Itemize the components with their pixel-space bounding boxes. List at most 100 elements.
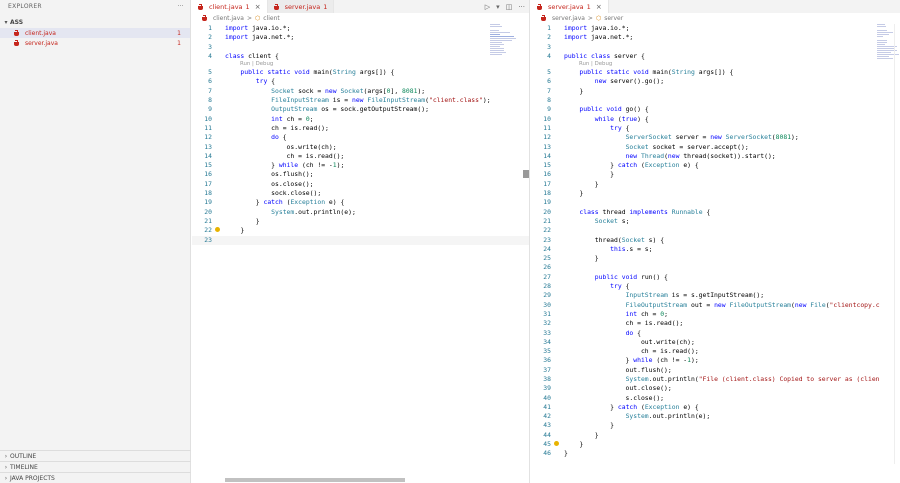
code-text[interactable]: } [564, 449, 568, 458]
code-text[interactable]: Socket socket = server.accept(); [564, 143, 749, 152]
code-line[interactable]: 6 try { [192, 77, 529, 86]
code-line[interactable]: 4 public class server { [531, 52, 900, 61]
code-line[interactable]: 12 do { [192, 133, 529, 142]
timeline-section[interactable]: › TIMELINE [0, 461, 191, 472]
code-text[interactable]: } [564, 431, 599, 440]
minimap[interactable] [490, 24, 520, 64]
code-line[interactable]: 29 InputStream is = s.getInputStream(); [531, 291, 900, 300]
code-line[interactable]: 12 ServerSocket server = new ServerSocke… [531, 133, 900, 142]
code-line[interactable]: 8 FileInputStream is = new FileInputStre… [192, 96, 529, 105]
code-line[interactable]: 13 Socket socket = server.accept(); [531, 143, 900, 152]
java-projects-section[interactable]: › JAVA PROJECTS [0, 472, 191, 483]
code-text[interactable]: Socket s; [564, 217, 630, 226]
code-text[interactable]: } while (ch != -1); [564, 356, 699, 365]
code-line[interactable]: 6 new server().go(); [531, 77, 900, 86]
close-icon[interactable]: × [255, 3, 261, 11]
file-item-client[interactable]: client.java 1 [0, 28, 190, 38]
breadcrumb-symbol[interactable]: server [604, 15, 623, 22]
code-text[interactable]: ServerSocket server = new ServerSocket(8… [564, 133, 799, 142]
breadcrumb-file[interactable]: server.java [552, 15, 585, 22]
code-text[interactable]: do { [225, 133, 286, 142]
code-line[interactable]: 2 import java.net.*; [531, 33, 900, 42]
code-line[interactable]: 14 new Thread(new thread(socket)).start(… [531, 152, 900, 161]
code-text[interactable]: ch = is.read(); [225, 152, 345, 161]
code-text[interactable]: os.close(); [225, 180, 313, 189]
code-text[interactable]: ch = is.read(); [564, 319, 684, 328]
code-line[interactable]: 18 } [531, 189, 900, 198]
code-text[interactable]: public static void main(String args[]) { [225, 68, 394, 77]
code-line[interactable]: 10 int ch = 0; [192, 115, 529, 124]
code-line[interactable]: 24 this.s = s; [531, 245, 900, 254]
code-line[interactable]: 33 do { [531, 329, 900, 338]
horizontal-scrollbar[interactable] [225, 478, 405, 482]
file-item-server[interactable]: server.java 1 [0, 38, 190, 48]
code-text[interactable]: do { [564, 329, 641, 338]
code-text[interactable]: System.out.println(e); [225, 208, 356, 217]
code-text[interactable]: out.flush(); [564, 366, 672, 375]
code-text[interactable]: ch = is.read(); [225, 124, 329, 133]
code-text[interactable]: } [564, 254, 599, 263]
code-line[interactable]: 15 } while (ch != -1); [192, 161, 529, 170]
code-line[interactable]: 1 import java.io.*; [192, 24, 529, 33]
code-text[interactable]: Socket sock = new Socket(args[0], 8081); [225, 87, 425, 96]
tab-client-java[interactable]: client.java 1 × [192, 0, 268, 13]
code-line[interactable]: 5 public static void main(String args[])… [192, 68, 529, 77]
code-line[interactable]: 11 ch = is.read(); [192, 124, 529, 133]
code-text[interactable]: class thread implements Runnable { [564, 208, 710, 217]
code-line[interactable]: 37 out.flush(); [531, 366, 900, 375]
code-line[interactable]: 42 System.out.println(e); [531, 412, 900, 421]
code-line[interactable]: 40 s.close(); [531, 394, 900, 403]
code-line[interactable]: 43 } [531, 421, 900, 430]
code-line[interactable]: 35 ch = is.read(); [531, 347, 900, 356]
codelens-label[interactable]: Run | Debug [579, 61, 612, 68]
code-line[interactable]: 20 System.out.println(e); [192, 208, 529, 217]
code-line[interactable]: 13 os.write(ch); [192, 143, 529, 152]
code-line[interactable]: 3 [192, 43, 529, 52]
run-debug-codelens[interactable]: Run | Debug [192, 61, 529, 68]
code-text[interactable]: int ch = 0; [564, 310, 668, 319]
close-icon[interactable]: × [596, 3, 602, 11]
code-line[interactable]: 38 System.out.println("File (client.clas… [531, 375, 900, 384]
code-line[interactable]: 31 int ch = 0; [531, 310, 900, 319]
code-text[interactable]: os.flush(); [225, 170, 313, 179]
code-line[interactable]: 19 } catch (Exception e) { [192, 198, 529, 207]
code-text[interactable]: try { [564, 124, 629, 133]
code-text[interactable]: out.write(ch); [564, 338, 695, 347]
code-text[interactable]: this.s = s; [564, 245, 652, 254]
code-line[interactable]: 28 try { [531, 282, 900, 291]
lightbulb-icon[interactable] [554, 441, 559, 447]
code-line[interactable]: 26 [531, 263, 900, 272]
code-editor-server[interactable]: 1 import java.io.*; 2 import java.net.*; 3 4 p… [531, 24, 900, 459]
code-line[interactable]: 9 public void go() { [531, 105, 900, 114]
code-line[interactable]: 7 } [531, 87, 900, 96]
code-text[interactable]: int ch = 0; [225, 115, 313, 124]
code-line[interactable]: 15 } catch (Exception e) { [531, 161, 900, 170]
code-line[interactable]: 34 out.write(ch); [531, 338, 900, 347]
split-editor-icon[interactable]: ◫ [506, 3, 513, 11]
more-icon[interactable]: ··· [177, 3, 184, 10]
code-text[interactable]: OutputStream os = sock.getOutputStream()… [225, 105, 429, 114]
code-text[interactable]: import java.io.*; [564, 24, 629, 33]
code-line[interactable]: 44 } [531, 431, 900, 440]
vertical-scrollbar[interactable] [523, 170, 529, 178]
code-line[interactable]: 16 os.flush(); [192, 170, 529, 179]
run-icon[interactable]: ▷ [485, 3, 490, 11]
code-text[interactable]: } catch (Exception e) { [564, 161, 699, 170]
code-line[interactable]: 3 [531, 43, 900, 52]
code-text[interactable]: } [564, 170, 614, 179]
code-text[interactable]: try { [564, 282, 629, 291]
code-text[interactable]: new server().go(); [564, 77, 664, 86]
code-text[interactable]: new Thread(new thread(socket)).start(); [564, 152, 776, 161]
code-text[interactable]: os.write(ch); [225, 143, 337, 152]
code-line[interactable]: 21 Socket s; [531, 217, 900, 226]
code-line[interactable]: 4 class client { [192, 52, 529, 61]
code-text[interactable]: ch = is.read(); [564, 347, 699, 356]
code-text[interactable]: } [564, 421, 614, 430]
code-line[interactable]: 1 import java.io.*; [531, 24, 900, 33]
code-line[interactable]: 39 out.close(); [531, 384, 900, 393]
code-text[interactable]: while (true) { [564, 115, 649, 124]
code-line[interactable]: 21 } [192, 217, 529, 226]
code-text[interactable]: } [225, 217, 260, 226]
code-text[interactable]: } catch (Exception e) { [564, 403, 699, 412]
code-text[interactable]: thread(Socket s) { [564, 236, 664, 245]
